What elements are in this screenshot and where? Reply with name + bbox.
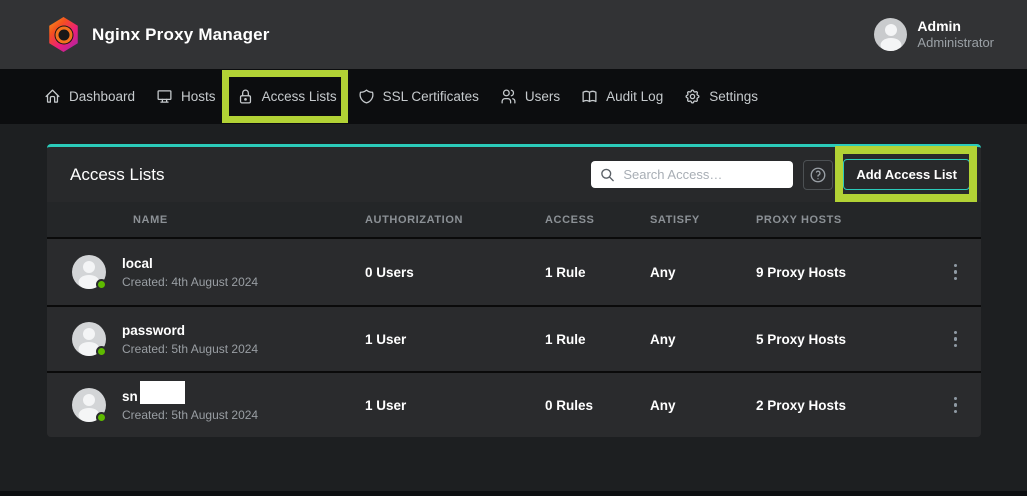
column-header-name: NAME [47, 214, 365, 226]
row-actions-menu-icon[interactable] [948, 325, 964, 354]
access-list-name: local [122, 255, 258, 273]
home-icon [44, 88, 61, 105]
table-row[interactable]: password Created: 5th August 2024 1 User… [47, 305, 981, 371]
panel-header: Access Lists Add Access List [47, 147, 981, 202]
monitor-icon [156, 88, 173, 105]
nav-label: SSL Certificates [383, 89, 479, 104]
add-access-list-button[interactable]: Add Access List [843, 159, 970, 190]
row-avatar [72, 322, 106, 356]
book-icon [581, 88, 598, 105]
user-name: Admin [917, 18, 994, 35]
table-row[interactable]: local Created: 4th August 2024 0 Users 1… [47, 239, 981, 305]
column-header-authorization: AUTHORIZATION [365, 214, 545, 226]
created-date: Created: 4th August 2024 [122, 275, 258, 289]
authorization-cell: 1 User [365, 332, 545, 347]
name-cell: sn Created: 5th August 2024 [47, 388, 365, 422]
satisfy-cell: Any [650, 398, 756, 413]
app-title: Nginx Proxy Manager [92, 25, 270, 45]
nav-item-users[interactable]: Users [500, 88, 560, 105]
authorization-cell: 0 Users [365, 265, 545, 280]
nav-item-dashboard[interactable]: Dashboard [44, 88, 135, 105]
app-header: Nginx Proxy Manager Admin Administrator [0, 0, 1027, 69]
name-cell: local Created: 4th August 2024 [47, 255, 365, 289]
satisfy-cell: Any [650, 332, 756, 347]
status-dot [96, 412, 107, 423]
main-nav: Dashboard Hosts Access Lists SSL Certifi… [0, 69, 1027, 124]
row-actions-menu-icon[interactable] [948, 258, 964, 287]
name-cell: password Created: 5th August 2024 [47, 322, 365, 356]
search-box [591, 161, 793, 188]
user-avatar[interactable] [874, 18, 907, 51]
user-menu[interactable]: Admin Administrator [874, 18, 994, 51]
nav-item-access-lists[interactable]: Access Lists [237, 88, 337, 105]
nav-item-audit-log[interactable]: Audit Log [581, 88, 663, 105]
column-header-access: ACCESS [545, 214, 650, 226]
satisfy-cell: Any [650, 265, 756, 280]
shield-icon [358, 88, 375, 105]
add-access-list-wrap: Add Access List [843, 159, 970, 190]
access-cell: 1 Rule [545, 332, 650, 347]
redaction-box [140, 381, 185, 404]
access-cell: 0 Rules [545, 398, 650, 413]
status-dot [96, 346, 107, 357]
help-circle-icon [809, 166, 827, 184]
nav-label: Audit Log [606, 89, 663, 104]
nav-item-hosts[interactable]: Hosts [156, 88, 216, 105]
table-row[interactable]: sn Created: 5th August 2024 1 User 0 Rul… [47, 371, 981, 437]
bottom-edge-strip [0, 491, 1027, 496]
row-avatar [72, 255, 106, 289]
nav-label: Dashboard [69, 89, 135, 104]
proxy-hosts-cell: 5 Proxy Hosts [756, 332, 930, 347]
nav-label: Hosts [181, 89, 216, 104]
access-cell: 1 Rule [545, 265, 650, 280]
gear-icon [684, 88, 701, 105]
nav-label: Settings [709, 89, 758, 104]
users-icon [500, 88, 517, 105]
column-header-satisfy: SATISFY [650, 214, 756, 226]
nav-item-settings[interactable]: Settings [684, 88, 758, 105]
access-list-name: password [122, 322, 258, 340]
authorization-cell: 1 User [365, 398, 545, 413]
row-avatar [72, 388, 106, 422]
table-header: NAME AUTHORIZATION ACCESS SATISFY PROXY … [47, 202, 981, 239]
access-lists-panel: Access Lists Add Access List NAME AUTHOR… [47, 144, 981, 437]
lock-icon [237, 88, 254, 105]
nav-item-ssl-certificates[interactable]: SSL Certificates [358, 88, 479, 105]
status-dot [96, 279, 107, 290]
row-actions-menu-icon[interactable] [948, 391, 964, 420]
column-header-proxy-hosts: PROXY HOSTS [756, 214, 930, 226]
proxy-hosts-cell: 9 Proxy Hosts [756, 265, 930, 280]
app-logo-icon [48, 17, 79, 52]
created-date: Created: 5th August 2024 [122, 408, 258, 422]
nav-label: Access Lists [262, 89, 337, 104]
user-role: Administrator [917, 35, 994, 51]
help-button[interactable] [803, 160, 833, 190]
page-title: Access Lists [70, 165, 164, 185]
search-input[interactable] [591, 161, 793, 188]
nav-label: Users [525, 89, 560, 104]
proxy-hosts-cell: 2 Proxy Hosts [756, 398, 930, 413]
created-date: Created: 5th August 2024 [122, 342, 258, 356]
